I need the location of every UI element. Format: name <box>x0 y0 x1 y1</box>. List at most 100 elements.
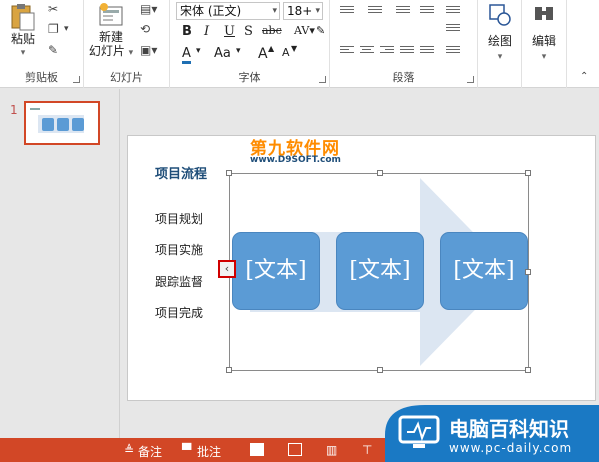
paragraph-launcher-icon[interactable] <box>467 76 474 83</box>
decrease-indent-icon[interactable] <box>396 6 410 15</box>
align-right-icon[interactable] <box>380 46 394 55</box>
slide-thumbnail[interactable] <box>24 101 100 145</box>
copy-dropdown-icon[interactable]: ▾ <box>64 22 69 36</box>
bullet-item[interactable]: 项目实施 <box>155 241 203 258</box>
slides-group: 新建 幻灯片 ▾ ▤▾ ⟲ ▣▾ 幻灯片 <box>84 0 170 88</box>
font-name-dropdown-icon: ▾ <box>272 6 277 16</box>
slide-sorter-icon[interactable] <box>288 443 302 456</box>
bullet-item[interactable]: 跟踪监督 <box>155 273 203 290</box>
clipboard-launcher-icon[interactable] <box>73 76 80 83</box>
thumbnail-text-line <box>30 108 40 110</box>
font-size-select[interactable]: 18+ ▾ <box>283 2 323 20</box>
bold-button[interactable]: B <box>182 24 192 39</box>
smartart-text-box[interactable]: [文本] <box>440 232 528 310</box>
align-center-icon[interactable] <box>360 46 374 55</box>
watermark-badge: 电脑百科知识 www.pc-daily.com <box>385 405 599 462</box>
strikethrough-button[interactable]: abc <box>262 24 282 37</box>
underline-button[interactable]: U <box>224 24 235 39</box>
resize-handle[interactable] <box>525 367 531 373</box>
resize-handle[interactable] <box>226 170 232 176</box>
change-case-dropdown-icon[interactable]: ▾ <box>236 46 241 56</box>
font-name-value: 宋体 (正文) <box>180 4 242 18</box>
line-spacing-icon[interactable] <box>446 6 460 15</box>
change-case-button[interactable]: Aa <box>214 46 231 61</box>
font-color-button[interactable]: A <box>182 46 191 64</box>
layout-icon[interactable]: ▤▾ <box>140 2 157 16</box>
smartart-text-box[interactable]: [文本] <box>336 232 424 310</box>
justify-icon[interactable] <box>400 46 414 55</box>
drawing-group: 绘图 ▾ <box>478 0 522 88</box>
resize-handle[interactable] <box>226 367 232 373</box>
font-size-dropdown-icon: ▾ <box>315 6 320 16</box>
shapes-icon <box>489 4 511 26</box>
font-group: 宋体 (正文) ▾ 18+ ▾ B I U S abc AV▾ ✎ A ▾ Aa… <box>170 0 330 88</box>
smartart-convert-icon[interactable] <box>446 46 460 55</box>
font-size-value: 18+ <box>287 4 313 18</box>
comments-button[interactable]: 批注 <box>197 443 221 460</box>
shrink-font-button[interactable]: A <box>282 46 290 59</box>
numbering-icon[interactable] <box>368 6 382 15</box>
bullets-icon[interactable] <box>340 6 354 15</box>
editing-group: 编辑 ▾ <box>522 0 567 88</box>
new-slide-label-line2: 幻灯片 <box>88 44 125 58</box>
text-direction-icon[interactable] <box>446 24 460 33</box>
new-slide-button[interactable]: 新建 幻灯片 ▾ <box>88 2 134 60</box>
reading-view-icon[interactable]: ▥ <box>326 443 337 457</box>
smartart-text-box[interactable]: [文本] <box>232 232 320 310</box>
resize-handle[interactable] <box>525 170 531 176</box>
thumbnail-box <box>42 118 54 131</box>
notes-icon[interactable]: ≜ <box>124 443 134 457</box>
text-pane-expander[interactable]: ‹ <box>218 260 236 278</box>
paste-label: 粘贴 <box>10 32 35 46</box>
font-launcher-icon[interactable] <box>319 76 326 83</box>
watermark-logo-url: www.D9SOFT.com <box>250 155 341 165</box>
slide-title[interactable]: 项目流程 <box>155 163 207 182</box>
increase-indent-icon[interactable] <box>420 6 434 15</box>
monitor-icon <box>398 415 440 448</box>
shadow-button[interactable]: S <box>244 24 253 39</box>
char-spacing-icon[interactable]: AV▾ <box>294 24 315 37</box>
font-group-label: 字体 <box>238 71 261 84</box>
clipboard-group-label: 剪贴板 <box>25 71 58 84</box>
slide-canvas[interactable]: 项目流程 项目规划 项目实施 跟踪监督 项目完成 [文本] [文本] [文本] … <box>127 135 596 401</box>
slideshow-icon[interactable]: ⊤ <box>362 443 372 457</box>
italic-button[interactable]: I <box>204 24 209 39</box>
grow-font-icon: ▲ <box>268 44 275 53</box>
editing-button[interactable] <box>526 2 562 28</box>
drawing-dropdown-icon[interactable]: ▾ <box>482 50 518 64</box>
drawing-button[interactable] <box>482 2 518 28</box>
clear-format-icon[interactable]: ✎ <box>316 24 325 37</box>
new-slide-icon <box>99 3 123 26</box>
columns-icon[interactable] <box>420 46 434 55</box>
bullet-item[interactable]: 项目完成 <box>155 304 203 321</box>
comments-icon[interactable]: ▀ <box>182 443 191 457</box>
align-left-icon[interactable] <box>340 46 354 55</box>
resize-handle[interactable] <box>377 367 383 373</box>
font-color-dropdown-icon[interactable]: ▾ <box>196 46 201 56</box>
watermark-brand: 电脑百科知识 <box>449 417 569 441</box>
smartart-graphic[interactable]: [文本] [文本] [文本] ‹ <box>218 170 531 373</box>
normal-view-icon[interactable] <box>250 443 264 456</box>
paragraph-group-label: 段落 <box>392 71 415 84</box>
thumbnail-box <box>57 118 69 131</box>
copy-icon[interactable]: ❐ <box>48 22 59 36</box>
new-slide-label-line1: 新建 <box>98 30 123 44</box>
collapse-ribbon-icon[interactable]: ⌃ <box>580 70 588 84</box>
notes-button[interactable]: 备注 <box>138 443 162 460</box>
thumbnail-pane: 1 <box>0 89 120 438</box>
drawing-label: 绘图 <box>487 34 512 48</box>
format-painter-icon[interactable]: ✎ <box>48 43 58 57</box>
grow-font-button[interactable]: A <box>258 46 268 62</box>
cut-icon[interactable]: ✂ <box>48 2 58 16</box>
binoculars-icon <box>535 7 553 20</box>
resize-handle[interactable] <box>525 269 531 275</box>
section-icon[interactable]: ▣▾ <box>140 43 157 57</box>
watermark-url: www.pc-daily.com <box>449 441 573 455</box>
font-name-select[interactable]: 宋体 (正文) ▾ <box>176 2 280 20</box>
slide-editing-area: 项目流程 项目规划 项目实施 跟踪监督 项目完成 [文本] [文本] [文本] … <box>121 89 599 438</box>
editing-dropdown-icon[interactable]: ▾ <box>526 50 562 64</box>
reset-icon[interactable]: ⟲ <box>140 22 150 36</box>
bullet-item[interactable]: 项目规划 <box>155 210 203 227</box>
paste-button[interactable]: 粘贴 ▾ <box>4 2 42 60</box>
resize-handle[interactable] <box>377 170 383 176</box>
